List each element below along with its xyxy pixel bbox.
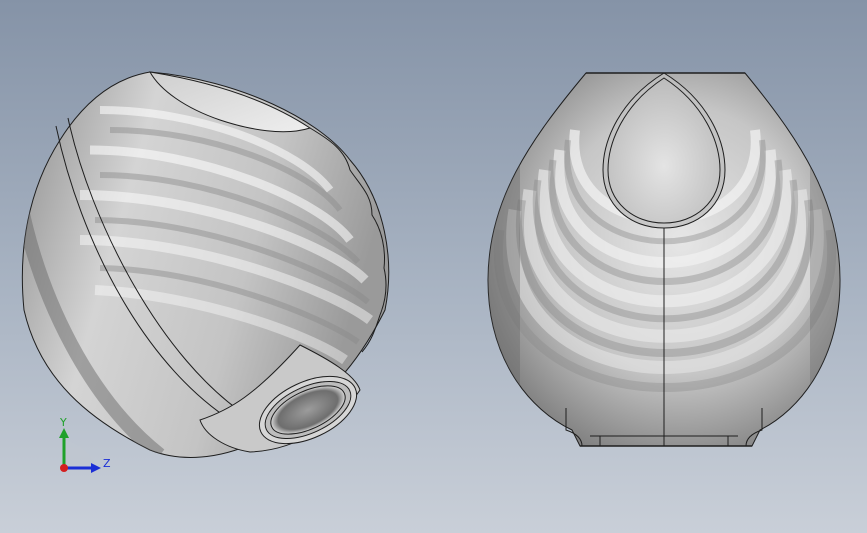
triad-z-label: Z [103,457,111,470]
triad-y-label: Y [59,416,67,429]
triad-x-axis-dot [60,464,68,472]
triad-y-arrow [59,428,69,438]
model-isometric-view[interactable] [20,71,390,458]
model-front-view[interactable] [480,60,850,460]
reference-triad: Y Z [59,416,111,473]
triad-xz-plane [64,440,98,468]
graphics-viewport[interactable]: Y Z [0,0,867,533]
